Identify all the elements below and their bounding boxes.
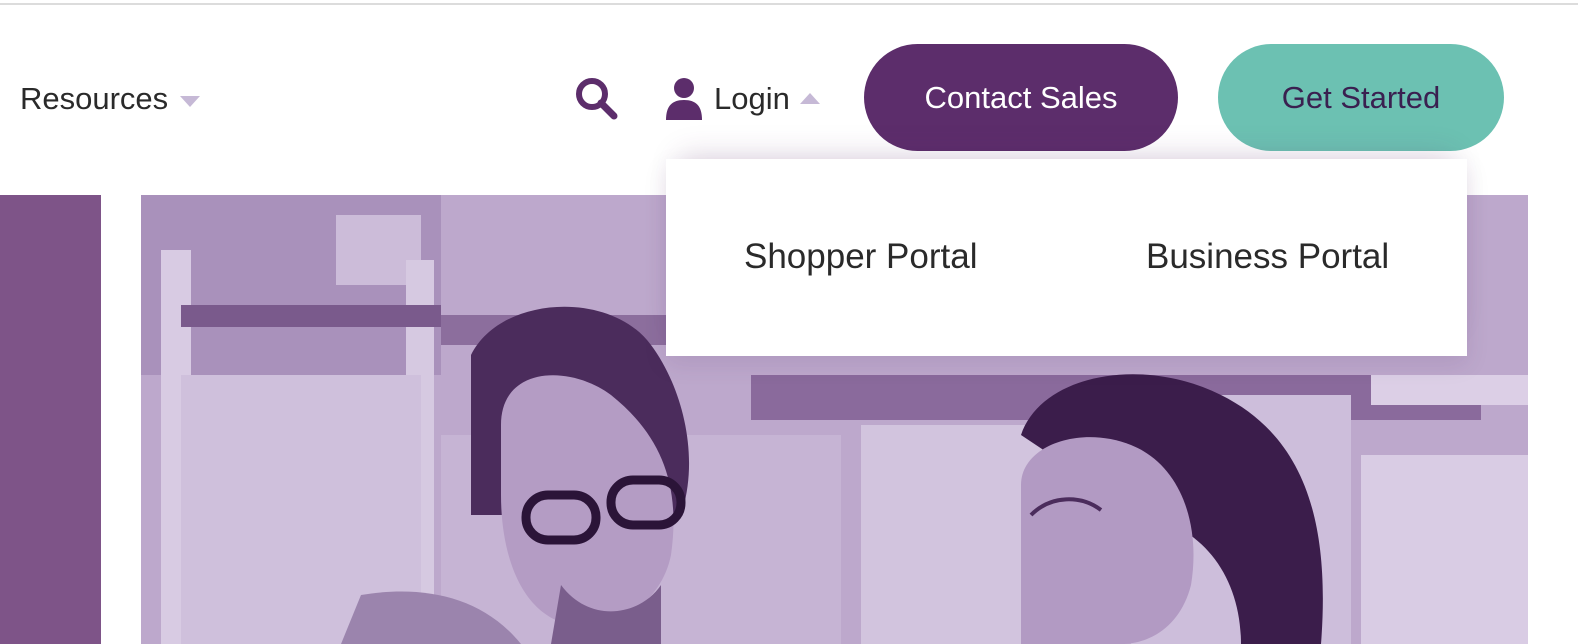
shopper-portal-link[interactable]: Shopper Portal [744, 221, 977, 293]
nav-resources-label: Resources [20, 81, 169, 116]
caret-up-icon [799, 92, 820, 104]
contact-sales-button[interactable]: Contact Sales [864, 44, 1178, 151]
login-menu[interactable]: Login [664, 74, 820, 124]
top-border [0, 3, 1578, 5]
get-started-button[interactable]: Get Started [1218, 44, 1504, 151]
hero-side-panel [0, 195, 101, 644]
business-portal-link[interactable]: Business Portal [1146, 221, 1389, 293]
user-icon [666, 78, 702, 120]
search-button[interactable] [572, 74, 622, 124]
login-label: Login [714, 81, 790, 116]
nav-resources[interactable]: Resources [20, 78, 201, 120]
search-icon [576, 78, 618, 120]
caret-down-icon [180, 95, 201, 107]
login-dropdown: Shopper Portal Business Portal [666, 159, 1467, 356]
